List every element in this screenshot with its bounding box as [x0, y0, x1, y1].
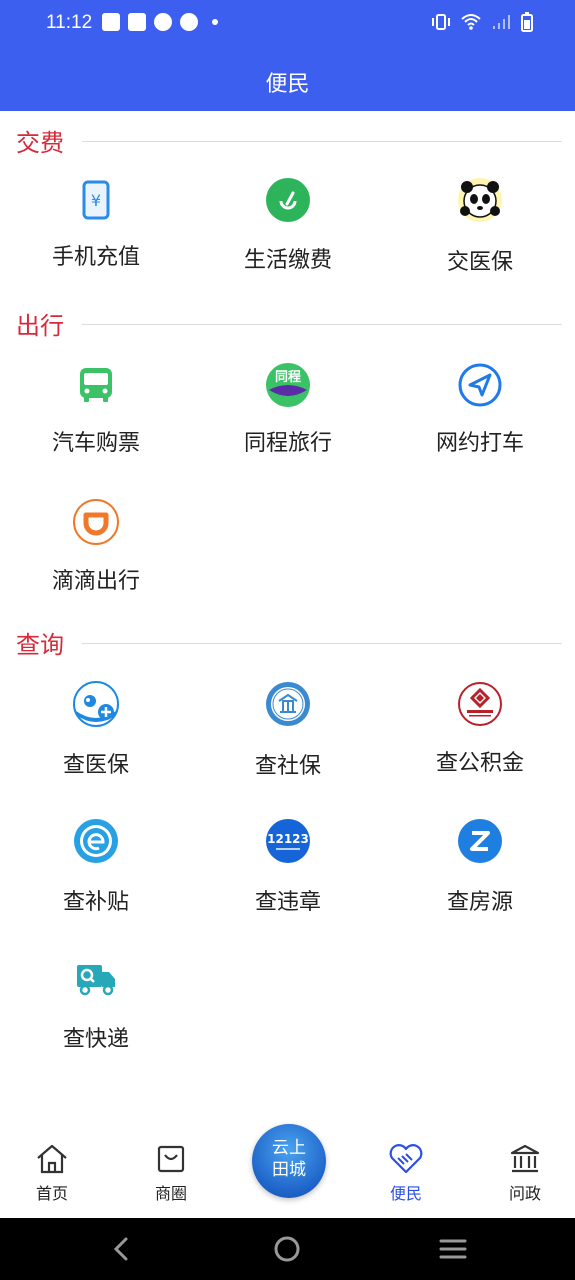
battery-icon — [521, 12, 533, 32]
service-query-express[interactable]: 查快递 — [0, 955, 192, 1085]
service-tongcheng-travel[interactable]: 同程 同程旅行 — [192, 362, 384, 492]
service-label: 网约打车 — [435, 431, 524, 456]
service-label: 交医保 — [446, 250, 513, 275]
traffic-logo-text: 12123 — [267, 832, 309, 846]
service-ride-hailing[interactable]: 网约打车 — [384, 362, 575, 492]
didi-icon — [73, 499, 119, 545]
tongcheng-icon: 同程 — [265, 362, 311, 408]
shopping-bag-notification-icon — [128, 13, 146, 31]
shopping-bag-notification-icon — [102, 13, 120, 31]
subsidy-icon — [73, 818, 119, 864]
system-navigation-bar — [0, 1218, 575, 1280]
service-label: 手机充值 — [51, 245, 140, 270]
back-icon — [113, 1237, 128, 1261]
government-building-icon — [505, 1140, 545, 1178]
home-icon — [32, 1140, 72, 1178]
service-label: 查补贴 — [62, 890, 129, 915]
panda-medical-icon — [73, 681, 119, 727]
system-icons — [431, 12, 533, 32]
recents-button[interactable] — [438, 1234, 468, 1264]
service-label: 滴滴出行 — [51, 569, 140, 594]
traffic-12123-icon: 12123 — [265, 818, 311, 864]
housing-fund-icon — [457, 681, 503, 727]
section-divider — [82, 141, 562, 142]
navigation-icon — [457, 362, 503, 408]
house-source-icon — [457, 818, 503, 864]
center-button-line1: 云上 — [272, 1138, 306, 1158]
section-header-travel: 出行 — [0, 306, 575, 342]
tab-service[interactable]: 便民 — [366, 1140, 446, 1204]
service-query-social-security[interactable]: 查社保 — [192, 681, 384, 811]
section-title: 交费 — [16, 129, 64, 157]
service-label: 查违章 — [254, 890, 321, 915]
section-title: 查询 — [16, 631, 64, 659]
service-phone-recharge[interactable]: ¥ 手机充值 — [0, 177, 192, 307]
compass-notification-icon — [180, 13, 198, 31]
notification-icons — [102, 13, 218, 31]
section-divider — [82, 324, 562, 325]
service-label: 查社保 — [254, 754, 321, 779]
leaf-pay-icon — [265, 177, 311, 223]
service-bus-ticket[interactable]: 汽车购票 — [0, 362, 192, 492]
home-nav-button[interactable] — [272, 1234, 302, 1264]
panda-icon — [457, 177, 503, 223]
tab-label: 商圈 — [154, 1184, 187, 1203]
service-label: 生活缴费 — [243, 248, 332, 273]
service-label: 查公积金 — [435, 751, 524, 776]
tab-label: 便民 — [389, 1184, 422, 1203]
page-title: 便民 — [265, 72, 310, 97]
tab-shop[interactable]: 商圈 — [131, 1140, 211, 1204]
social-security-icon — [265, 681, 311, 727]
service-label: 查快递 — [62, 1027, 129, 1052]
service-label: 查房源 — [446, 890, 513, 915]
circle-home-icon — [274, 1236, 300, 1262]
tab-label: 问政 — [508, 1184, 541, 1203]
service-query-subsidy[interactable]: 查补贴 — [0, 818, 192, 948]
status-bar: 11:12 — [0, 0, 575, 48]
section-divider — [82, 643, 562, 644]
service-query-medical[interactable]: 查医保 — [0, 681, 192, 811]
tab-gov[interactable]: 问政 — [485, 1140, 565, 1204]
service-query-violations[interactable]: 12123 查违章 — [192, 818, 384, 948]
tongcheng-logo-text: 同程 — [275, 370, 301, 385]
shopping-bag-icon — [151, 1140, 191, 1178]
service-query-housing-fund[interactable]: 查公积金 — [384, 681, 575, 811]
more-notifications-dot — [212, 19, 218, 25]
page-header: 便民 — [0, 48, 575, 111]
bus-icon — [73, 362, 119, 408]
section-title: 出行 — [16, 312, 64, 340]
delivery-truck-icon — [73, 955, 119, 1001]
svg-text:¥: ¥ — [91, 191, 101, 210]
compass-notification-icon — [154, 13, 172, 31]
handshake-heart-icon — [386, 1140, 426, 1178]
service-didi[interactable]: 滴滴出行 — [0, 499, 192, 629]
center-button-line2: 田城 — [272, 1160, 306, 1180]
service-label: 同程旅行 — [243, 431, 332, 456]
center-app-button[interactable]: 云上 田城 — [252, 1124, 326, 1198]
menu-lines-icon — [439, 1239, 467, 1259]
section-header-payment: 交费 — [0, 123, 575, 159]
vibrate-icon — [432, 14, 450, 30]
service-life-payment[interactable]: 生活缴费 — [192, 177, 384, 307]
back-button[interactable] — [106, 1234, 136, 1264]
tab-home[interactable]: 首页 — [12, 1140, 92, 1204]
signal-icon — [493, 15, 510, 29]
status-time: 11:12 — [46, 12, 93, 33]
service-label: 汽车购票 — [51, 431, 140, 456]
phone-yuan-icon: ¥ — [73, 177, 119, 223]
section-header-query: 查询 — [0, 625, 575, 661]
service-query-housing[interactable]: 查房源 — [384, 818, 575, 948]
wifi-icon — [461, 14, 481, 30]
tab-label: 首页 — [35, 1184, 68, 1203]
service-pay-medical-insurance[interactable]: 交医保 — [384, 177, 575, 307]
service-label: 查医保 — [62, 753, 129, 778]
